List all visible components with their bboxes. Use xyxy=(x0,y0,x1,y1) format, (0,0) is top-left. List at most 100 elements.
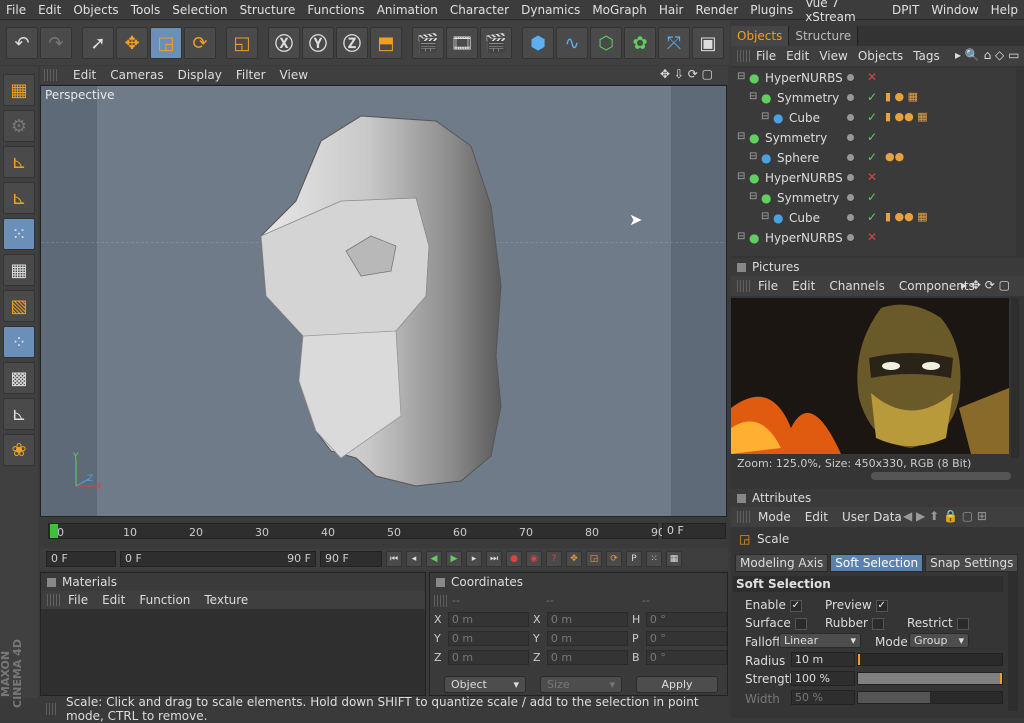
menu-item-help[interactable]: Help xyxy=(985,3,1024,17)
object-name[interactable]: Symmetry xyxy=(765,131,827,145)
object-manager-icons[interactable]: ▸ 🔍 ⌂ ◇ ▭ xyxy=(955,48,1019,62)
materials-menu-function[interactable]: Function xyxy=(132,593,197,607)
menu-item-animation[interactable]: Animation xyxy=(371,3,444,17)
strength-field[interactable]: 100 % xyxy=(791,671,855,686)
object-row[interactable]: ⊟ ● HyperNURBS ✕ xyxy=(731,228,1016,248)
model-mode-icon[interactable]: ⚙ xyxy=(3,110,35,142)
go-to-end-icon[interactable]: ⏭ xyxy=(486,551,502,567)
texture-mode-icon[interactable]: ▩ xyxy=(3,362,35,394)
menu-item-vue-7-xstream[interactable]: Vue 7 xStream xyxy=(799,0,886,24)
coord-value-field[interactable]: 0 m xyxy=(546,612,628,627)
tree-expander-icon[interactable]: ⊟ xyxy=(737,71,745,82)
sculpt-icon[interactable]: ❀ xyxy=(3,434,35,466)
undo-icon[interactable]: ↶ xyxy=(6,27,38,59)
radius-field[interactable]: 10 m xyxy=(791,652,855,667)
restrict-checkbox[interactable] xyxy=(956,617,969,630)
tree-expander-icon[interactable]: ⊟ xyxy=(761,211,769,222)
tree-expander-icon[interactable]: ⊟ xyxy=(749,191,757,202)
tree-expander-icon[interactable]: ⊟ xyxy=(737,171,745,182)
width-slider[interactable] xyxy=(857,691,1003,704)
attributes-menu-mode[interactable]: Mode xyxy=(751,510,798,524)
timeline-playhead[interactable] xyxy=(50,524,58,538)
tree-expander-icon[interactable]: ⊟ xyxy=(761,111,769,122)
x-axis-icon[interactable]: Ⓧ xyxy=(268,27,300,59)
coord-value-field[interactable]: 0 m xyxy=(546,650,628,665)
object-name[interactable]: HyperNURBS xyxy=(765,231,843,245)
menu-item-dynamics[interactable]: Dynamics xyxy=(515,3,586,17)
tab-snap-settings[interactable]: Snap Settings xyxy=(925,554,1019,572)
coord-value-field[interactable]: 0 ° xyxy=(645,650,727,665)
visibility-dot-icon[interactable] xyxy=(847,234,854,241)
menu-item-mograph[interactable]: MoGraph xyxy=(586,3,653,17)
viewport-menu-view[interactable]: View xyxy=(273,68,315,82)
object-row[interactable]: ⊟ ● Cube ✓ ▮ ●● ▦ xyxy=(731,208,1016,228)
pictures-menu-channels[interactable]: Channels xyxy=(822,279,892,293)
redo-icon[interactable]: ↷ xyxy=(40,27,72,59)
object-name[interactable]: Symmetry xyxy=(777,91,839,105)
disabled-x-icon[interactable]: ✕ xyxy=(867,230,877,244)
scale-icon[interactable]: ◲ xyxy=(150,27,182,59)
enabled-check-icon[interactable]: ✓ xyxy=(867,150,877,164)
workplane-icon[interactable]: ⊾ xyxy=(3,398,35,430)
tree-expander-icon[interactable]: ⊟ xyxy=(737,231,745,242)
viewport-nav-icons[interactable]: ✥ ⇩ ⟳ ▢ xyxy=(660,67,713,81)
menu-item-functions[interactable]: Functions xyxy=(301,3,370,17)
go-to-start-icon[interactable]: ⏮ xyxy=(386,551,402,567)
object-tags[interactable]: ▮ ● ▦ xyxy=(885,90,918,103)
viewport-menu-edit[interactable]: Edit xyxy=(66,68,103,82)
start-frame-field[interactable]: 0 F xyxy=(46,551,116,567)
panel-toggle-icon[interactable] xyxy=(47,577,56,587)
coord-mode-dropdown[interactable]: Object ▾ xyxy=(444,676,526,693)
head-model[interactable] xyxy=(41,86,727,517)
menu-item-edit[interactable]: Edit xyxy=(32,3,67,17)
object-name[interactable]: Sphere xyxy=(777,151,819,165)
viewport-menu-filter[interactable]: Filter xyxy=(229,68,273,82)
viewport-menu-display[interactable]: Display xyxy=(171,68,229,82)
object-name[interactable]: HyperNURBS xyxy=(765,171,843,185)
edges-mode-icon[interactable]: ▦ xyxy=(3,254,35,286)
menu-item-file[interactable]: File xyxy=(0,3,32,17)
menu-item-tools[interactable]: Tools xyxy=(125,3,167,17)
pictures-hscrollbar[interactable] xyxy=(871,472,1011,480)
menu-item-window[interactable]: Window xyxy=(925,3,984,17)
points-mode-icon[interactable]: ⁙ xyxy=(3,218,35,250)
visibility-dot-icon[interactable] xyxy=(847,194,854,201)
object-name[interactable]: Symmetry xyxy=(777,191,839,205)
object-row[interactable]: ⊟ ● HyperNURBS ✕ xyxy=(731,168,1016,188)
axis-mode-icon[interactable]: ⊾ xyxy=(3,182,35,214)
coordinate-system-icon[interactable]: ⬒ xyxy=(370,27,402,59)
object-row[interactable]: ⊟ ● Symmetry ✓ xyxy=(731,128,1016,148)
enabled-check-icon[interactable]: ✓ xyxy=(867,190,877,204)
coord-value-field[interactable]: 0 ° xyxy=(645,612,727,627)
menu-item-hair[interactable]: Hair xyxy=(653,3,690,17)
perspective-viewport[interactable]: Perspective Y Z X ➤ xyxy=(40,85,727,517)
enabled-check-icon[interactable]: ✓ xyxy=(867,110,877,124)
object-tags[interactable]: ▮ ●● ▦ xyxy=(885,110,928,123)
coord-value-field[interactable]: 0 m xyxy=(447,650,529,665)
objects-menu-view[interactable]: View xyxy=(814,49,852,63)
rotation-key-icon[interactable]: ⟳ xyxy=(606,551,622,567)
current-frame-field[interactable]: 0 F xyxy=(662,523,726,539)
disabled-x-icon[interactable]: ✕ xyxy=(867,70,877,84)
step-forward-icon[interactable]: ▸ xyxy=(466,551,482,567)
apply-button[interactable]: Apply xyxy=(636,676,718,693)
panel-toggle-icon[interactable] xyxy=(737,493,746,503)
panel-toggle-icon[interactable] xyxy=(737,262,746,272)
scale-tool-icon[interactable]: ◱ xyxy=(226,27,258,59)
visibility-dot-icon[interactable] xyxy=(847,174,854,181)
coord-value-field[interactable]: 0 m xyxy=(546,631,628,646)
preview-checkbox[interactable]: ✓ xyxy=(875,599,888,612)
scale-key-icon[interactable]: ◲ xyxy=(586,551,602,567)
panel-toggle-icon[interactable] xyxy=(436,577,445,587)
end-frame-field[interactable]: 90 F xyxy=(320,551,382,567)
object-tags[interactable]: ●● xyxy=(885,150,904,163)
step-back-icon[interactable]: ◂ xyxy=(406,551,422,567)
rotate-icon[interactable]: ⟳ xyxy=(184,27,216,59)
surface-checkbox[interactable] xyxy=(794,617,807,630)
nurbs-icon[interactable]: ⬡ xyxy=(590,27,622,59)
menu-item-objects[interactable]: Objects xyxy=(67,3,124,17)
autokey-icon[interactable]: ◉ xyxy=(526,551,542,567)
timeline-ruler[interactable]: 0 10 20 30 40 50 60 70 80 90 xyxy=(48,523,665,539)
object-name[interactable]: HyperNURBS xyxy=(765,71,843,85)
objects-menu-tags[interactable]: Tags xyxy=(908,49,945,63)
